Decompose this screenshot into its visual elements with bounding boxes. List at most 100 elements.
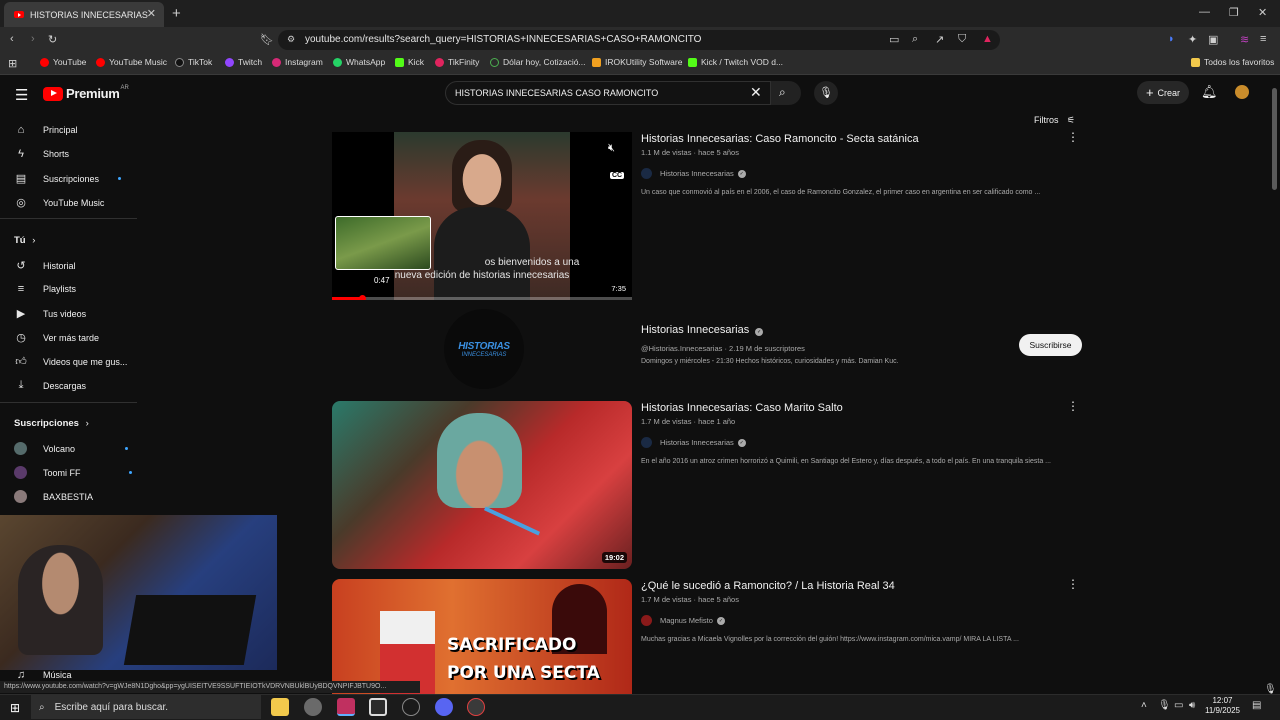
restore-icon[interactable]: ❐	[1229, 6, 1239, 19]
sidebar-item-liked-videos[interactable]: 👍︎ Videos que me gus...	[14, 355, 127, 368]
channel-logo[interactable]: HISTORIAS INNECESARIAS	[444, 309, 524, 389]
bookmark-dolar-hoy[interactable]: Dólar hoy, Cotizació...	[490, 57, 586, 67]
tray-volume-icon[interactable]: 🔊︎	[1189, 700, 1195, 711]
streamer-figure	[18, 545, 103, 655]
mute-icon[interactable]: 🔇︎	[608, 142, 615, 155]
tray-chevron-icon[interactable]: ˄	[1141, 700, 1147, 711]
bookmark-youtube-music[interactable]: YouTube Music	[96, 57, 167, 67]
youtube-premium-logo[interactable]: Premium AR	[43, 85, 129, 101]
bookmark-kick-twitch-vod[interactable]: Kick / Twitch VOD d...	[688, 57, 783, 67]
menu-icon[interactable]: ☰	[15, 86, 28, 104]
sidebar-item-historial[interactable]: ↺ Historial	[14, 259, 75, 272]
bookmark-tikfinity[interactable]: TikFinity	[435, 57, 479, 67]
opera-gx-icon[interactable]	[337, 698, 355, 716]
sidebar-item-ver-mas-tarde[interactable]: ◷ Ver más tarde	[14, 331, 99, 344]
new-tab-icon[interactable]: +	[172, 5, 181, 22]
more-options-icon[interactable]: ⋮	[1067, 577, 1079, 591]
video-thumbnail[interactable]: SACRIFICADO POR UNA SECTA	[332, 579, 632, 694]
video-description: En el año 2016 un atroz crimen horrorizó…	[641, 458, 1051, 465]
sidebar-item-suscripciones[interactable]: ▤ Suscripciones	[14, 172, 122, 185]
video-channel[interactable]: Historias Innecesarias ✓	[641, 168, 746, 179]
sidebar-item-youtube-music[interactable]: ◎ YouTube Music	[14, 196, 104, 209]
browser-menu-icon[interactable]: ≡	[1260, 33, 1266, 45]
presenter-body	[434, 207, 530, 300]
video-channel[interactable]: Historias Innecesarias ✓	[641, 437, 746, 448]
video-channel[interactable]: Magnus Mefisto ✓	[641, 615, 725, 626]
tray-mic-icon[interactable]: 🎙︎	[1158, 700, 1171, 711]
shield-icon[interactable]: ⛉	[958, 33, 966, 46]
extension-wave-icon[interactable]: ◗	[1168, 33, 1175, 45]
sidebar-sub-baxbestia[interactable]: BAXBESTIA	[14, 490, 93, 503]
settings-app-icon[interactable]	[304, 698, 322, 716]
account-avatar[interactable]	[1235, 85, 1249, 99]
bookmark-kick[interactable]: Kick	[395, 57, 424, 67]
zoom-icon[interactable]: ⌕	[912, 33, 918, 46]
minimize-icon[interactable]: —	[1199, 6, 1210, 18]
your-videos-icon: ▶	[16, 308, 26, 320]
file-explorer-icon[interactable]	[271, 698, 289, 716]
page-scrollbar[interactable]	[1272, 88, 1277, 190]
clear-search-icon[interactable]: ✕	[750, 84, 762, 101]
video-title[interactable]: ¿Qué le sucedió a Ramoncito? / La Histor…	[641, 580, 895, 592]
apps-grid-icon[interactable]: ⊞	[8, 57, 17, 70]
back-icon[interactable]: ‹	[10, 33, 14, 45]
notification-center-icon[interactable]: ▤	[1252, 700, 1261, 711]
bookmark-irokutility[interactable]: IROKUtility Software	[592, 57, 682, 67]
all-bookmarks[interactable]: Todos los favoritos	[1191, 57, 1274, 67]
taskbar-clock[interactable]: 12:07 11/9/2025	[1205, 696, 1240, 716]
video-title[interactable]: Historias Innecesarias: Caso Ramoncito -…	[641, 133, 919, 145]
subscribe-button[interactable]: Suscribirse	[1019, 334, 1082, 356]
sidebar-sub-volcano[interactable]: Volcano	[14, 442, 129, 455]
video-title[interactable]: Historias Innecesarias: Caso Marito Salt…	[641, 402, 843, 414]
bookmark-icon[interactable]: 🔖︎	[260, 33, 274, 46]
verified-icon: ✓	[737, 438, 746, 447]
sidebar-subscriptions-header[interactable]: Suscripciones ›	[14, 418, 89, 429]
forward-icon[interactable]: ›	[31, 33, 35, 45]
captions-icon[interactable]: CC	[610, 172, 625, 179]
search-button[interactable]	[771, 81, 801, 105]
sidebar-item-principal[interactable]: ⌂ Principal	[14, 124, 78, 136]
cast-icon[interactable]: ▭	[889, 33, 899, 46]
notifications-bell-icon[interactable]: 🔔︎	[1201, 84, 1218, 100]
bookmark-whatsapp[interactable]: WhatsApp	[333, 57, 385, 67]
windows-start-icon[interactable]: ⊞	[10, 701, 20, 715]
filters-button[interactable]: Filtros ⚟	[1034, 115, 1075, 126]
sidebar-sub-toomi-ff[interactable]: Toomi FF	[14, 466, 132, 479]
profile-icon[interactable]: ≋	[1240, 33, 1249, 46]
sidebar-item-musica[interactable]: ♫ Música	[14, 669, 72, 681]
more-options-icon[interactable]: ⋮	[1067, 399, 1079, 413]
channel-meta: @Historias.Innecesarias · 2.19 M de susc…	[641, 344, 805, 353]
sidebar-item-descargas[interactable]: ⤓ Descargas	[14, 379, 86, 392]
bookmark-tiktok[interactable]: TikTok	[175, 57, 212, 67]
video-meta: 1.1 M de vistas · hace 5 años	[641, 148, 739, 157]
more-options-icon[interactable]: ⋮	[1067, 130, 1079, 144]
tab-close-icon[interactable]: ✕	[147, 7, 156, 20]
browser-tab[interactable]: HISTORIAS INNECESARIAS CASO ✕	[4, 2, 164, 27]
bookmark-youtube[interactable]: YouTube	[40, 57, 86, 67]
obs-icon[interactable]	[402, 698, 420, 716]
sidebar-item-playlists[interactable]: ≡ Playlists	[14, 283, 76, 295]
site-info-icon[interactable]: ⚙	[287, 34, 295, 45]
tray-network-icon[interactable]: ▭	[1174, 700, 1183, 711]
reload-icon[interactable]: ↻	[48, 33, 57, 46]
create-button[interactable]: + Crear	[1137, 81, 1189, 104]
window-close-icon[interactable]: ✕	[1258, 6, 1267, 19]
extension-triangle-icon[interactable]: ▲	[982, 33, 993, 45]
discord-icon[interactable]	[435, 698, 453, 716]
video-thumbnail[interactable]: 19:02	[332, 401, 632, 569]
store-app-icon[interactable]	[369, 698, 387, 716]
video-preview-player[interactable]: 🔇︎ CC 0:47 os bienvenidos a una nueva ed…	[332, 132, 632, 300]
share-icon[interactable]: ↗	[935, 33, 944, 46]
app-icon[interactable]	[467, 698, 485, 716]
extensions-icon[interactable]: ✦	[1188, 33, 1197, 46]
progress-track[interactable]	[332, 297, 632, 300]
bookmark-twitch[interactable]: Twitch	[225, 57, 262, 67]
bookmark-instagram[interactable]: Instagram	[272, 57, 323, 67]
microphone-icon[interactable]: 🎙︎	[814, 81, 838, 105]
sidebar-panel-icon[interactable]: ▣	[1208, 33, 1218, 46]
sidebar-item-shorts[interactable]: ϟ Shorts	[14, 148, 69, 160]
sidebar-item-tus-videos[interactable]: ▶ Tus videos	[14, 307, 86, 320]
taskbar-search-input[interactable]: ⌕ Escribe aquí para buscar.	[31, 695, 261, 719]
channel-name[interactable]: Historias Innecesarias ✓	[641, 324, 764, 336]
sidebar-you-header[interactable]: Tú ›	[14, 235, 35, 246]
